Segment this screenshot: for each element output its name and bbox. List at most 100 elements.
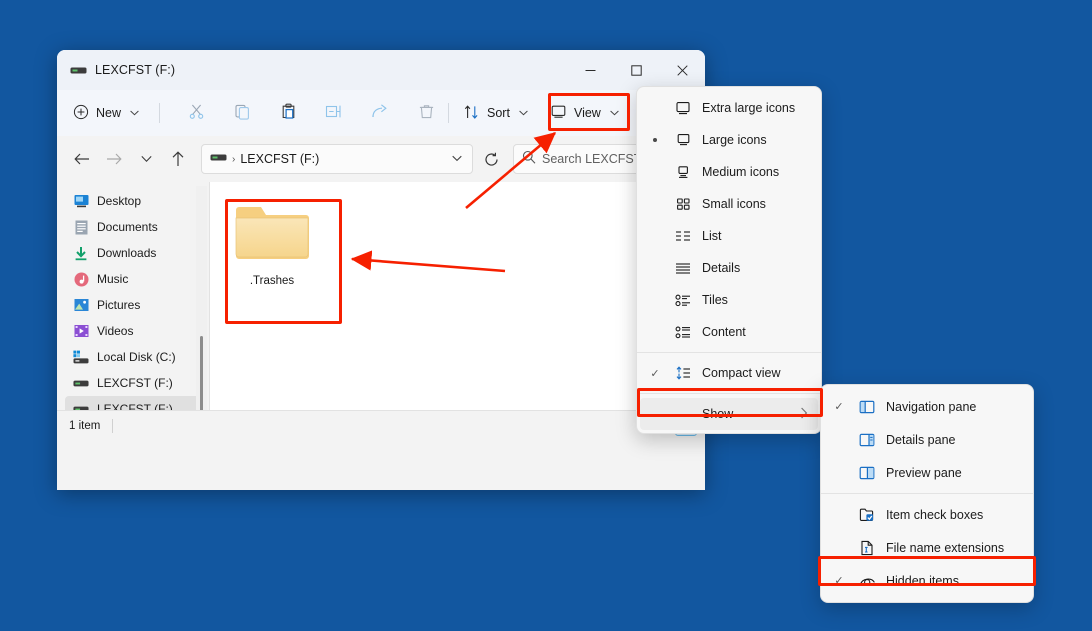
- file-name-extensions-icon: [854, 540, 880, 556]
- menu-item-preview-pane[interactable]: Preview pane: [824, 456, 1030, 489]
- search-icon: [522, 150, 536, 169]
- address-input[interactable]: › LEXCFST (F:): [201, 144, 473, 174]
- sort-button[interactable]: Sort: [455, 97, 536, 129]
- file-item-trashes[interactable]: .Trashes: [224, 194, 320, 287]
- sidebar-item-label: Pictures: [97, 298, 140, 312]
- refresh-button[interactable]: [477, 145, 505, 173]
- sidebar-item-downloads[interactable]: Downloads: [65, 240, 203, 266]
- status-divider: [112, 419, 113, 433]
- hidden-items-icon: [854, 575, 880, 587]
- back-button[interactable]: [67, 144, 97, 174]
- sidebar-item-label: Downloads: [97, 246, 156, 260]
- sidebar-item-lexcfst-f-drive[interactable]: LEXCFST (F:): [65, 370, 203, 396]
- navigation-pane-scrollbar[interactable]: [196, 186, 207, 410]
- desktop-icon: [73, 193, 89, 209]
- close-button[interactable]: [659, 50, 705, 90]
- menu-item-content[interactable]: Content: [640, 316, 818, 348]
- menu-item-tiles[interactable]: Tiles: [640, 284, 818, 316]
- menu-item-details[interactable]: Details: [640, 252, 818, 284]
- menu-item-compact-view[interactable]: ✓ Compact view: [640, 357, 818, 389]
- menu-item-label: Item check boxes: [886, 508, 983, 522]
- menu-item-label: Hidden items: [886, 574, 959, 588]
- checkmark-icon: ✓: [640, 367, 670, 380]
- menu-item-file-name-extensions[interactable]: File name extensions: [824, 531, 1030, 564]
- menu-item-details-pane[interactable]: Details pane: [824, 423, 1030, 456]
- checkmark-icon: ✓: [824, 574, 854, 587]
- drive-icon: [69, 63, 87, 77]
- scissors-icon: [188, 103, 205, 123]
- share-icon: [371, 103, 389, 123]
- sidebar-item-videos[interactable]: Videos: [65, 318, 203, 344]
- item-check-boxes-icon: [854, 507, 880, 522]
- menu-item-show[interactable]: Show: [640, 398, 818, 430]
- downloads-icon: [73, 245, 89, 261]
- sidebar-item-pictures[interactable]: Pictures: [65, 292, 203, 318]
- new-button[interactable]: New: [67, 97, 149, 129]
- sidebar-item-label: LEXCFST (F:): [97, 402, 173, 410]
- navigation-pane: Desktop Documents: [57, 182, 209, 410]
- videos-icon: [73, 323, 89, 339]
- menu-item-label: Show: [702, 407, 733, 421]
- drive-icon: [73, 401, 89, 410]
- scrollbar-thumb[interactable]: [200, 336, 203, 410]
- rename-button[interactable]: [318, 97, 350, 129]
- content-pane[interactable]: .Trashes: [209, 182, 705, 410]
- copy-button[interactable]: [226, 97, 258, 129]
- window-body: Desktop Documents: [57, 182, 705, 410]
- menu-item-label: Large icons: [702, 133, 767, 147]
- list-icon: [670, 230, 696, 242]
- menu-item-label: Tiles: [702, 293, 728, 307]
- chevron-down-icon: [610, 109, 619, 118]
- menu-item-label: Navigation pane: [886, 400, 976, 414]
- menu-separator-2: [637, 393, 821, 394]
- sort-button-label: Sort: [487, 106, 510, 120]
- sidebar-item-desktop[interactable]: Desktop: [65, 188, 203, 214]
- details-icon: [670, 262, 696, 274]
- menu-item-medium-icons[interactable]: Medium icons: [640, 156, 818, 188]
- paste-button[interactable]: [272, 97, 304, 129]
- menu-item-hidden-items[interactable]: ✓ Hidden items: [824, 564, 1030, 597]
- breadcrumb-separator: ›: [232, 154, 235, 165]
- music-icon: [73, 271, 89, 287]
- navigation-pane-icon: [854, 400, 880, 414]
- copy-icon: [234, 103, 251, 123]
- details-pane-icon: [854, 433, 880, 447]
- chevron-down-icon: [130, 109, 139, 118]
- chevron-down-icon[interactable]: [448, 154, 466, 164]
- folder-icon: [234, 204, 310, 266]
- share-button[interactable]: [364, 97, 396, 129]
- menu-item-large-icons[interactable]: Large icons: [640, 124, 818, 156]
- menu-item-navigation-pane[interactable]: ✓ Navigation pane: [824, 390, 1030, 423]
- tiles-icon: [670, 294, 696, 307]
- delete-button[interactable]: [410, 97, 442, 129]
- cut-button[interactable]: [180, 97, 212, 129]
- sidebar-item-label: Desktop: [97, 194, 141, 208]
- menu-item-list[interactable]: List: [640, 220, 818, 252]
- show-submenu: ✓ Navigation pane Details pane: [820, 384, 1034, 603]
- maximize-button[interactable]: [613, 50, 659, 90]
- menu-item-label: Extra large icons: [702, 101, 795, 115]
- extra-large-icons-icon: [670, 101, 696, 116]
- sidebar-item-documents[interactable]: Documents: [65, 214, 203, 240]
- menu-item-label: File name extensions: [886, 541, 1004, 555]
- up-button[interactable]: [163, 144, 193, 174]
- menu-item-item-check-boxes[interactable]: Item check boxes: [824, 498, 1030, 531]
- menu-item-extra-large-icons[interactable]: Extra large icons: [640, 92, 818, 124]
- large-icons-icon: [670, 133, 696, 147]
- menu-item-small-icons[interactable]: Small icons: [640, 188, 818, 220]
- sidebar-item-label: Videos: [97, 324, 133, 338]
- minimize-button[interactable]: [567, 50, 613, 90]
- sidebar-item-label: Local Disk (C:): [97, 350, 176, 364]
- view-button[interactable]: View: [542, 97, 627, 129]
- sidebar-item-local-disk-c[interactable]: Local Disk (C:): [65, 344, 203, 370]
- sidebar-item-lexcfst-f-selected[interactable]: LEXCFST (F:): [65, 396, 203, 410]
- address-bar-row: › LEXCFST (F:) Search LEXCFST (F:): [57, 136, 705, 182]
- rename-icon: [325, 103, 343, 123]
- content-icon: [670, 326, 696, 339]
- recent-locations-button[interactable]: [131, 144, 161, 174]
- menu-item-label: Compact view: [702, 366, 781, 380]
- forward-button[interactable]: [99, 144, 129, 174]
- sidebar-item-music[interactable]: Music: [65, 266, 203, 292]
- submenu-separator: [821, 493, 1033, 494]
- trash-icon: [418, 103, 435, 123]
